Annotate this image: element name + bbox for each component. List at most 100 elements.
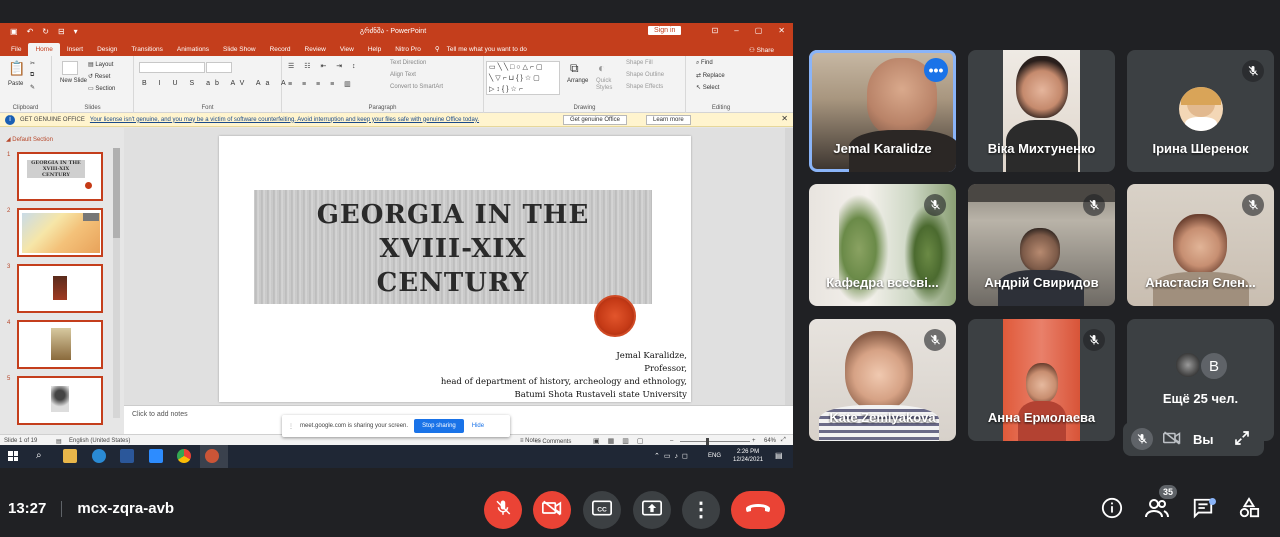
more-options-icon[interactable]: •••	[924, 58, 948, 82]
quick-styles-button[interactable]: Quick Styles	[596, 78, 616, 92]
font-size-select[interactable]	[206, 62, 232, 73]
participant-tile[interactable]: ••• Jemal Karalidze	[809, 50, 956, 172]
fit-slide-icon[interactable]: ⤢	[781, 437, 786, 444]
align-text-button[interactable]: Align Text	[390, 72, 416, 78]
zoom-out-icon[interactable]: –	[670, 438, 673, 444]
copy-icon[interactable]: ⧉	[30, 72, 34, 79]
slide-canvas[interactable]: GEORGIA IN THE XVIII-XIX CENTURY Jemal K…	[219, 136, 691, 402]
captions-button[interactable]: CC	[583, 491, 621, 529]
paste-button[interactable]: Paste	[8, 81, 23, 87]
chrome-icon[interactable]	[177, 449, 191, 463]
word-icon[interactable]	[120, 449, 134, 463]
search-icon[interactable]: ⌕	[36, 450, 42, 461]
hide-button[interactable]: Hide	[472, 423, 484, 429]
redo-icon[interactable]: ↻	[42, 27, 49, 36]
tab-record[interactable]: Record	[263, 43, 298, 56]
list-buttons[interactable]: ☰ ☷ ⇤ ⇥ ↕	[288, 62, 360, 70]
minimize-icon[interactable]: –	[734, 26, 738, 35]
close-icon[interactable]: ✕	[778, 26, 785, 35]
people-button[interactable]	[1145, 498, 1169, 522]
taskbar-clock[interactable]: 2:26 PM 12/24/2021	[733, 448, 763, 464]
zoom-in-icon[interactable]: +	[752, 438, 756, 444]
participant-tile[interactable]: Анна Ермолаева	[968, 319, 1115, 441]
language-indicator[interactable]: English (United States)	[69, 438, 130, 444]
slide-title[interactable]: GEORGIA IN THE XVIII-XIX CENTURY	[254, 198, 652, 300]
tab-nitro-pro[interactable]: Nitro Pro	[388, 43, 428, 56]
save-icon[interactable]: ▣	[10, 27, 18, 36]
canvas-scrollbar[interactable]	[785, 128, 793, 405]
thumbs-scroll-thumb[interactable]	[113, 148, 120, 238]
participant-tile[interactable]: Kate Zemlyakova	[809, 319, 956, 441]
slide-thumbnail-4[interactable]	[17, 320, 103, 369]
get-genuine-button[interactable]: Get genuine Office	[563, 115, 627, 125]
tab-design[interactable]: Design	[90, 43, 124, 56]
reset-button[interactable]: ↺ Reset	[88, 73, 110, 80]
new-slide-button[interactable]: New Slide	[60, 78, 87, 84]
tab-animations[interactable]: Animations	[170, 43, 216, 56]
tray-icons[interactable]: ⌃▭♪◻	[654, 452, 692, 460]
arrange-button[interactable]: Arrange	[567, 78, 588, 84]
sign-in-button[interactable]: Sign in	[648, 26, 682, 35]
zoom-slider[interactable]	[680, 441, 750, 442]
slide-thumbnail-2[interactable]	[17, 208, 103, 257]
close-warning-icon[interactable]: ✕	[781, 114, 788, 123]
file-explorer-icon[interactable]	[63, 449, 77, 463]
slide-thumbnail-5[interactable]	[17, 376, 103, 425]
layout-button[interactable]: ▤ Layout	[88, 61, 113, 68]
zoom-slider-thumb[interactable]	[706, 438, 709, 445]
drag-handle-icon[interactable]: ⋮	[288, 423, 294, 430]
new-slide-icon[interactable]	[62, 61, 78, 75]
zoom-level[interactable]: 64%	[764, 438, 776, 444]
font-style-buttons[interactable]: B I U S ab AV Aa A	[142, 80, 291, 87]
self-mic-off-icon[interactable]	[1131, 428, 1153, 450]
comments-button[interactable]: ▭ Comments	[535, 438, 571, 445]
format-painter-icon[interactable]: ✎	[30, 84, 35, 91]
tab-file[interactable]: File	[4, 43, 28, 56]
input-language[interactable]: ENG	[708, 453, 721, 459]
shape-outline-button[interactable]: Shape Outline	[626, 72, 664, 78]
start-slideshow-icon[interactable]: ⊟	[58, 27, 65, 36]
undo-icon[interactable]: ↶	[27, 27, 34, 36]
spellcheck-icon[interactable]: ▤	[56, 438, 62, 445]
convert-smartart-button[interactable]: Convert to SmartArt	[390, 84, 443, 90]
participant-tile[interactable]: Ірина Шеренок	[1127, 50, 1274, 172]
align-buttons[interactable]: ≡ ≡ ≡ ≡ ▥	[288, 80, 355, 88]
mic-toggle-button[interactable]	[484, 491, 522, 529]
notification-icon[interactable]: ▤	[775, 451, 783, 460]
learn-more-button[interactable]: Learn more	[646, 115, 691, 125]
section-button[interactable]: ▭ Section	[88, 85, 115, 92]
font-family-select[interactable]	[139, 62, 205, 73]
section-header[interactable]: ◢ Default Section	[6, 136, 53, 143]
slide-thumbnail-3[interactable]	[17, 264, 103, 313]
slide-thumbnail-1[interactable]: GEORGIA IN THE XVIII-XIX CENTURY	[17, 152, 103, 201]
shape-effects-button[interactable]: Shape Effects	[626, 84, 663, 90]
tab-help[interactable]: Help	[361, 43, 388, 56]
stop-sharing-button[interactable]: Stop sharing	[414, 419, 464, 433]
tab-home[interactable]: Home	[28, 43, 60, 56]
customize-icon[interactable]: ▾	[74, 27, 78, 36]
tab-insert[interactable]: Insert	[60, 43, 90, 56]
quick-styles-icon[interactable]: ◐	[598, 61, 605, 75]
zoom-app-icon[interactable]	[149, 449, 163, 463]
participant-tile[interactable]: Кафедра всесві...	[809, 184, 956, 306]
more-options-button[interactable]: ⋮	[682, 491, 720, 529]
find-button[interactable]: ⌕ Find	[696, 60, 713, 67]
maximize-icon[interactable]: ▢	[755, 26, 763, 35]
slide-author-block[interactable]: Jemal Karalidze, Professor, head of depa…	[441, 350, 687, 402]
tab-view[interactable]: View	[333, 43, 361, 56]
text-direction-button[interactable]: Text Direction	[390, 60, 426, 66]
view-buttons[interactable]: ▣▦▥▢	[593, 437, 651, 445]
select-button[interactable]: ↖ Select	[696, 84, 719, 91]
arrange-icon[interactable]: ⧉	[570, 61, 579, 76]
participant-tile[interactable]: Анастасія Єлен...	[1127, 184, 1274, 306]
shape-fill-button[interactable]: Shape Fill	[626, 60, 653, 66]
edge-icon[interactable]	[92, 449, 106, 463]
paste-icon[interactable]: 📋	[8, 60, 25, 77]
windows-start-icon[interactable]	[8, 451, 18, 461]
ribbon-display-icon[interactable]: ⊡	[712, 26, 719, 35]
tell-me-input[interactable]: Tell me what you want to do	[447, 43, 534, 56]
self-camera-off-icon[interactable]	[1163, 430, 1181, 448]
share-button[interactable]: ⚇ Share	[742, 43, 781, 57]
fullscreen-icon[interactable]	[1234, 430, 1250, 449]
thumbs-scrollbar[interactable]	[113, 148, 120, 418]
